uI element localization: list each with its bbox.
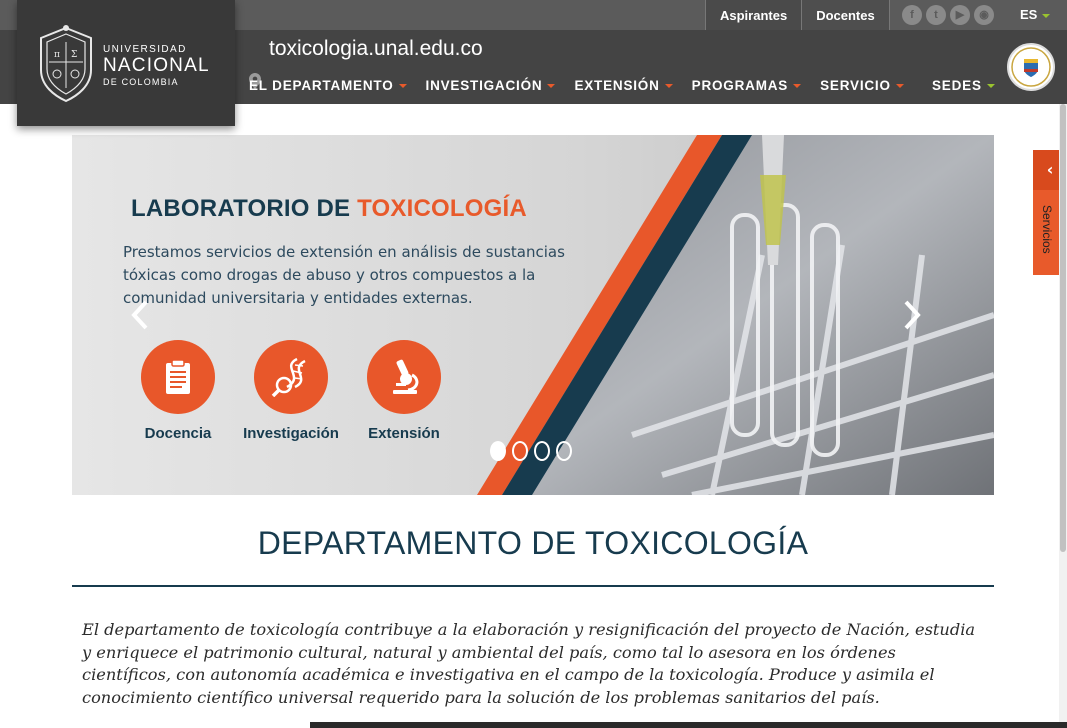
- social-links: f t ▶ ◉: [902, 5, 994, 25]
- feature-circle: [367, 340, 441, 414]
- nav-label: PROGRAMAS: [691, 78, 789, 93]
- title-divider: [72, 585, 994, 587]
- dna-icon: [271, 357, 306, 397]
- chevron-down-icon: [1042, 13, 1051, 18]
- tab-docentes[interactable]: Docentes: [802, 0, 890, 30]
- main-nav: EL DEPARTAMENTO INVESTIGACIÓN EXTENSIÓN …: [249, 78, 923, 93]
- site-url[interactable]: toxicologia.unal.edu.co: [248, 37, 483, 61]
- youtube-icon[interactable]: ▶: [950, 5, 970, 25]
- feature-label: Docencia: [144, 425, 212, 442]
- rss-icon[interactable]: ◉: [974, 5, 994, 25]
- clipboard-icon: [166, 359, 190, 394]
- chevron-down-icon: [398, 84, 407, 89]
- svg-text:π: π: [54, 50, 60, 60]
- carousel-indicators: [490, 441, 572, 461]
- carousel-dot-2[interactable]: [512, 441, 528, 461]
- nav-item-servicio[interactable]: SERVICIO: [820, 78, 904, 93]
- nav-label: EXTENSIÓN: [574, 78, 660, 93]
- university-shield-icon: π Σ: [40, 25, 92, 103]
- nav-label: SEDES: [932, 78, 982, 93]
- servicios-label: Servicios: [1040, 205, 1054, 254]
- logo-text: UNIVERSIDAD NACIONAL DE COLOMBIA: [103, 44, 210, 87]
- nav-label: SERVICIO: [820, 78, 891, 93]
- chevron-down-icon: [664, 84, 673, 89]
- page: Aspirantes Docentes f t ▶ ◉ ES toxicolog…: [0, 0, 1067, 728]
- university-logo[interactable]: π Σ UNIVERSIDAD NACIONAL DE COLOMBIA: [17, 0, 235, 126]
- carousel-dot-3[interactable]: [534, 441, 550, 461]
- nav-label: EL DEPARTAMENTO: [249, 78, 394, 93]
- nav-item-extension[interactable]: EXTENSIÓN: [574, 78, 673, 93]
- feature-investigacion[interactable]: Investigación: [236, 340, 346, 442]
- nav-item-programas[interactable]: PROGRAMAS: [691, 78, 802, 93]
- chevron-down-icon: [547, 84, 556, 89]
- nav-item-sedes[interactable]: SEDES: [932, 78, 995, 93]
- intro-paragraph: El departamento de toxicología contribuy…: [82, 620, 976, 707]
- nav-item-investigacion[interactable]: INVESTIGACIÓN: [426, 78, 556, 93]
- scrollbar-thumb[interactable]: [1060, 104, 1066, 552]
- carousel-next-arrow-icon[interactable]: [900, 298, 924, 332]
- microscope-icon: [393, 359, 419, 394]
- chevron-down-icon: [793, 84, 802, 89]
- colombia-seal-icon[interactable]: [1007, 43, 1055, 91]
- language-label: ES: [1020, 7, 1038, 22]
- slide-title-accent: TOXICOLOGÍA: [357, 195, 527, 222]
- chevron-down-icon: [986, 84, 995, 89]
- audience-tabs: Aspirantes Docentes: [705, 0, 890, 30]
- nav-item-departamento[interactable]: EL DEPARTAMENTO: [249, 78, 407, 93]
- page-title: DEPARTAMENTO DE TOXICOLOGÍA: [257, 525, 809, 561]
- tab-aspirantes[interactable]: Aspirantes: [706, 0, 803, 30]
- chevron-down-icon: [895, 84, 904, 89]
- slide-description: Prestamos servicios de extensión en anál…: [123, 243, 565, 307]
- feature-label: Extensión: [368, 425, 440, 442]
- hero-carousel: LABORATORIO DE TOXICOLOGÍA Prestamos ser…: [72, 135, 994, 495]
- slide-title-part1: LABORATORIO DE: [131, 195, 358, 222]
- nav-label: INVESTIGACIÓN: [425, 78, 543, 93]
- feature-extension[interactable]: Extensión: [349, 340, 459, 442]
- logo-line3: DE COLOMBIA: [103, 77, 179, 87]
- carousel-dot-1[interactable]: [490, 441, 506, 461]
- feature-circle: [141, 340, 215, 414]
- facebook-icon[interactable]: f: [902, 5, 922, 25]
- carousel-prev-arrow-icon[interactable]: [128, 298, 152, 332]
- language-selector[interactable]: ES: [1020, 7, 1051, 22]
- feature-label: Investigación: [243, 425, 339, 442]
- svg-text:Σ: Σ: [71, 50, 77, 60]
- seal-graphic: [1011, 47, 1051, 87]
- logo-line2: NACIONAL: [103, 55, 210, 76]
- site-url-text: toxicologia.unal.edu.co: [269, 37, 483, 60]
- bottom-edge: [310, 722, 1067, 728]
- feature-circle: [254, 340, 328, 414]
- slide-title: LABORATORIO DE TOXICOLOGÍA: [131, 195, 527, 223]
- carousel-dot-4[interactable]: [556, 441, 572, 461]
- logo-line1: UNIVERSIDAD: [103, 44, 187, 55]
- twitter-icon[interactable]: t: [926, 5, 946, 25]
- feature-docencia[interactable]: Docencia: [123, 340, 233, 442]
